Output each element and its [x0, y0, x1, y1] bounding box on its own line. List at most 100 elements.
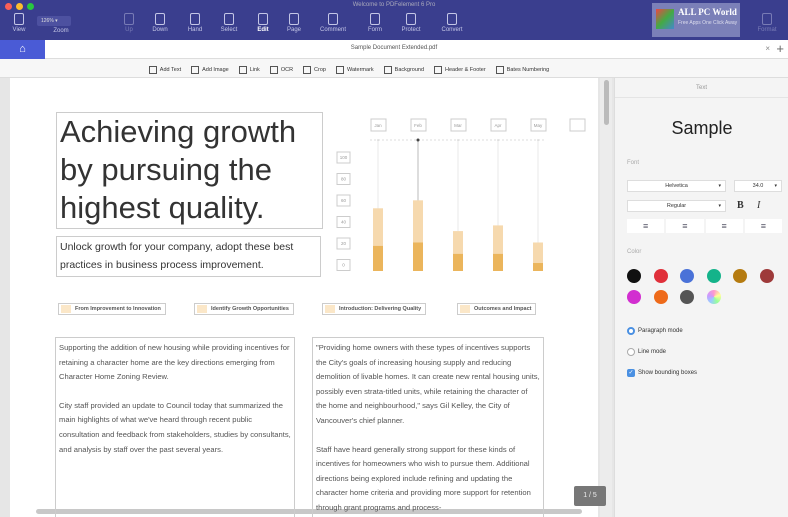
x-tick-label: May: [534, 123, 543, 128]
watermark-title: ALL PC World: [678, 7, 737, 17]
text-column-right[interactable]: "Providing home owners with these types …: [312, 337, 544, 517]
bar-base: [533, 263, 543, 271]
bar-marker: [377, 139, 379, 141]
toolbar-label: Edit: [257, 27, 269, 33]
toolbar-page-button[interactable]: Page: [279, 13, 309, 33]
toolbar-convert-button[interactable]: Convert: [437, 13, 467, 33]
vertical-scrollbar[interactable]: [600, 78, 612, 517]
align-left-button[interactable]: ≡: [627, 219, 665, 233]
color-swatch[interactable]: [706, 269, 721, 283]
bar-base: [493, 253, 503, 271]
toolbar-protect-button[interactable]: Protect: [396, 13, 426, 33]
align-right-button[interactable]: ≡: [705, 219, 743, 233]
tag-3[interactable]: Introduction: Delivering Quality: [322, 303, 427, 315]
ocr-button[interactable]: OCR: [269, 63, 293, 77]
header-footer-label: Header & Footer: [445, 67, 486, 73]
toolbar-label: Form: [368, 27, 382, 33]
color-swatch[interactable]: [706, 290, 721, 304]
color-swatch[interactable]: [653, 269, 668, 283]
toolbar-down-button[interactable]: Down: [145, 13, 175, 33]
add-text-button[interactable]: Add Text: [148, 63, 182, 77]
font-style-value: Regular: [666, 203, 687, 209]
font-family-select[interactable]: Helvetica ▾: [627, 180, 726, 192]
toolbar-comment-button[interactable]: Comment: [318, 13, 348, 33]
toolbar-edit-button[interactable]: Edit: [248, 13, 278, 33]
color-swatch[interactable]: [653, 290, 668, 304]
toolbar-view-button[interactable]: View: [4, 13, 34, 33]
bar-marker: [497, 139, 499, 141]
text-properties-panel: Text Sample Font Helvetica ▾ 34.0 ▾ Regula…: [614, 78, 788, 517]
font-size-value: 34.0: [752, 183, 764, 189]
color-swatch[interactable]: [627, 269, 641, 283]
tab-document[interactable]: Sample Document Extended.pdf: [0, 45, 788, 51]
link-label: Link: [249, 67, 260, 73]
text-column-left[interactable]: Supporting the addition of new housing w…: [55, 337, 295, 517]
tag-2[interactable]: Identify Growth Opportunities: [194, 303, 294, 315]
close-tab-button[interactable]: ×: [765, 44, 770, 53]
ocr-icon: [269, 66, 278, 74]
tag-4[interactable]: Outcomes and Impact: [457, 303, 537, 315]
up-icon: [124, 13, 134, 25]
y-tick-label: 100: [340, 155, 348, 160]
format-icon: [762, 13, 772, 25]
color-swatch[interactable]: [680, 269, 694, 283]
background-button[interactable]: Background: [383, 63, 424, 77]
new-tab-button[interactable]: +: [776, 41, 784, 56]
add-image-button[interactable]: Add Image: [191, 63, 229, 77]
x-tick-label: Mar: [454, 123, 462, 128]
italic-button[interactable]: I: [757, 200, 760, 211]
color-swatch[interactable]: [627, 290, 641, 304]
link-icon: [238, 66, 247, 74]
line-mode-radio[interactable]: Line mode: [627, 348, 666, 356]
font-preview: Sample: [671, 118, 733, 138]
toolbar-label: Down: [152, 27, 168, 33]
toolbar-label: Format: [757, 27, 777, 33]
bar-marker: [457, 139, 459, 141]
toolbar-form-button[interactable]: Form: [360, 13, 390, 33]
paragraph: Supporting the addition of new housing w…: [59, 343, 290, 382]
toolbar-hand-button[interactable]: Hand: [180, 13, 210, 33]
toolbar-label: Protect: [401, 27, 421, 33]
color-swatch[interactable]: [733, 269, 747, 283]
bar-base: [413, 242, 423, 271]
watermark-subtitle: Free Apps One Click Away: [678, 20, 738, 26]
crop-button[interactable]: Crop: [303, 63, 326, 77]
font-size-select[interactable]: 34.0 ▾: [734, 180, 782, 192]
show-bounding-boxes-checkbox[interactable]: ✓ Show bounding boxes: [627, 369, 697, 377]
watermark-button[interactable]: Watermark: [335, 63, 374, 77]
font-style-select[interactable]: Regular ▾: [627, 200, 726, 212]
alignment-group: ≡ ≡ ≡ ≡: [627, 219, 782, 233]
watermark-logo: ALL PC World Free Apps One Click Away: [652, 3, 740, 37]
zoom-select[interactable]: 126% ▾: [37, 16, 71, 26]
bold-button[interactable]: B: [737, 200, 744, 211]
form-icon: [370, 13, 380, 25]
page-indicator: 1 / 5: [574, 486, 606, 506]
bar-marker: [416, 138, 420, 142]
toolbar-up-button[interactable]: Up: [114, 13, 144, 33]
paragraph-mode-radio[interactable]: Paragraph mode: [627, 327, 683, 335]
toolbar-format-button[interactable]: Format: [752, 13, 782, 33]
add-text-label: Add Text: [159, 67, 182, 73]
bates-numbering-button[interactable]: Bates Numbering: [495, 63, 550, 77]
hand-icon: [190, 13, 200, 25]
line-mode-label: Line mode: [638, 349, 667, 355]
protect-icon: [406, 13, 416, 25]
show-bounding-boxes-label: Show bounding boxes: [638, 370, 698, 376]
toolbar-select-button[interactable]: Select: [214, 13, 244, 33]
toolbar-label: Zoom: [53, 28, 69, 34]
tag-1[interactable]: From Improvement to Innovation: [58, 303, 166, 315]
header-footer-button[interactable]: Header & Footer: [434, 63, 486, 77]
justify-button[interactable]: ≡: [744, 219, 782, 233]
headline-text-box[interactable]: Achieving growth by pursuing the highest…: [56, 112, 323, 229]
bates-numbering-label: Bates Numbering: [506, 67, 550, 73]
color-swatch[interactable]: [680, 290, 694, 304]
toolbar-zoom-button[interactable]: Zoom: [46, 28, 76, 34]
link-button[interactable]: Link: [238, 63, 260, 77]
down-icon: [155, 13, 165, 25]
subheading-text-box[interactable]: Unlock growth for your company, adopt th…: [56, 236, 321, 277]
align-center-button[interactable]: ≡: [666, 219, 704, 233]
add-image-icon: [191, 66, 200, 74]
color-swatch[interactable]: [759, 269, 774, 283]
y-tick-label: 20: [341, 241, 347, 246]
x-tick-label: Feb: [414, 123, 422, 128]
